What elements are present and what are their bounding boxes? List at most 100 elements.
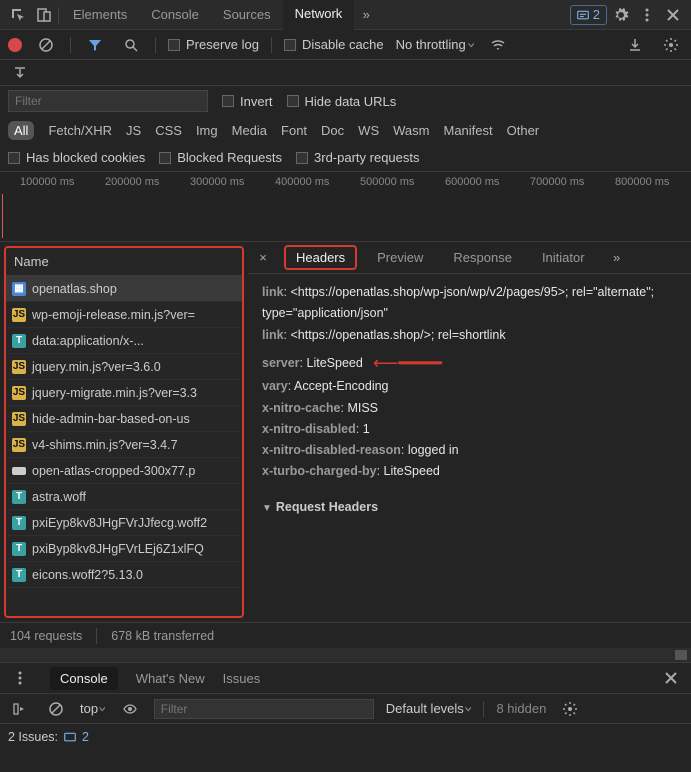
close-detail-icon[interactable]: × — [252, 250, 274, 265]
type-all[interactable]: All — [8, 121, 34, 140]
request-name: eicons.woff2?5.13.0 — [32, 568, 143, 582]
console-context-select[interactable]: top — [80, 701, 106, 717]
tab-initiator[interactable]: Initiator — [532, 247, 595, 268]
invert-checkbox[interactable]: Invert — [222, 94, 273, 109]
close-drawer-icon[interactable] — [659, 666, 683, 690]
type-js[interactable]: JS — [126, 123, 141, 138]
more-tabs-icon[interactable]: » — [354, 3, 378, 27]
device-toggle-icon[interactable] — [32, 3, 56, 27]
timeline-marker — [2, 194, 3, 238]
preserve-log-checkbox[interactable]: Preserve log — [168, 37, 259, 52]
kebab-menu-icon[interactable] — [635, 3, 659, 27]
drawer-tab-issues[interactable]: Issues — [223, 671, 261, 686]
console-settings-icon[interactable] — [558, 697, 582, 721]
type-ws[interactable]: WS — [358, 123, 379, 138]
network-settings-icon[interactable] — [659, 33, 683, 57]
request-name: astra.woff — [32, 490, 86, 504]
drawer-tab-whatsnew[interactable]: What's New — [136, 671, 205, 686]
import-har-icon[interactable] — [623, 33, 647, 57]
chevron-down-icon — [101, 701, 106, 717]
tab-sources[interactable]: Sources — [211, 0, 283, 30]
filter-icon[interactable] — [83, 33, 107, 57]
tab-elements[interactable]: Elements — [61, 0, 139, 30]
request-row[interactable]: JShide-admin-bar-based-on-us — [6, 406, 242, 432]
export-har-icon[interactable] — [8, 61, 32, 85]
request-name: v4-shims.min.js?ver=3.4.7 — [32, 438, 178, 452]
issues-count: 2 — [593, 7, 600, 22]
request-headers-section[interactable]: ▼Request Headers — [262, 497, 677, 518]
chevron-down-icon — [470, 37, 475, 53]
request-row[interactable]: open-atlas-cropped-300x77.p — [6, 458, 242, 484]
clear-console-icon[interactable] — [44, 697, 68, 721]
search-icon[interactable] — [119, 33, 143, 57]
tab-headers[interactable]: Headers — [284, 245, 357, 270]
timeline-tick: 600000 ms — [445, 176, 499, 188]
request-row[interactable]: TpxiEyp8kv8JHgFVrJJfecg.woff2 — [6, 510, 242, 536]
tab-preview[interactable]: Preview — [367, 247, 433, 268]
throttling-select[interactable]: No throttling — [396, 37, 475, 53]
horizontal-scrollbar[interactable] — [0, 648, 691, 662]
drawer-tab-console[interactable]: Console — [50, 667, 118, 690]
font-icon: T — [12, 490, 26, 504]
type-font[interactable]: Font — [281, 123, 307, 138]
hide-data-urls-checkbox[interactable]: Hide data URLs — [287, 94, 397, 109]
request-row[interactable]: Tdata:application/x-... — [6, 328, 242, 354]
issue-icon — [64, 731, 76, 743]
type-media[interactable]: Media — [232, 123, 267, 138]
network-conditions-icon[interactable] — [486, 33, 510, 57]
type-css[interactable]: CSS — [155, 123, 182, 138]
type-img[interactable]: Img — [196, 123, 218, 138]
tab-console[interactable]: Console — [139, 0, 211, 30]
blocked-cookies-checkbox[interactable]: Has blocked cookies — [8, 150, 145, 165]
tab-network[interactable]: Network — [283, 0, 355, 30]
request-row[interactable]: JSv4-shims.min.js?ver=3.4.7 — [6, 432, 242, 458]
settings-icon[interactable] — [609, 3, 633, 27]
timeline[interactable]: 100000 ms 200000 ms 300000 ms 400000 ms … — [0, 172, 691, 242]
request-row[interactable]: JSjquery-migrate.min.js?ver=3.3 — [6, 380, 242, 406]
request-row[interactable]: JSjquery.min.js?ver=3.6.0 — [6, 354, 242, 380]
close-devtools-icon[interactable] — [661, 3, 685, 27]
header-value: LiteSpeed — [384, 464, 440, 478]
request-row[interactable]: TpxiByp8kv8JHgFVrLEj6Z1xlFQ — [6, 536, 242, 562]
record-button[interactable] — [8, 38, 22, 52]
more-detail-tabs-icon[interactable]: » — [605, 246, 629, 270]
request-row[interactable]: JSwp-emoji-release.min.js?ver= — [6, 302, 242, 328]
log-levels-select[interactable]: Default levels — [386, 701, 472, 717]
issues-row[interactable]: 2 Issues: 2 — [0, 723, 691, 749]
scrollbar-thumb[interactable] — [675, 650, 687, 660]
clear-icon[interactable] — [34, 33, 58, 57]
devtools-top-toolbar: Elements Console Sources Network » 2 — [0, 0, 691, 30]
issues-badge[interactable]: 2 — [570, 5, 607, 25]
tab-response[interactable]: Response — [443, 247, 522, 268]
live-expression-icon[interactable] — [118, 697, 142, 721]
js-icon: JS — [12, 412, 26, 426]
timeline-tick: 700000 ms — [530, 176, 584, 188]
font-icon: T — [12, 542, 26, 556]
inspect-element-icon[interactable] — [6, 3, 30, 27]
timeline-tick: 100000 ms — [20, 176, 74, 188]
header-value: <https://openatlas.shop/wp-json/wp/v2/pa… — [262, 285, 654, 320]
font-icon: T — [12, 568, 26, 582]
type-other[interactable]: Other — [507, 123, 540, 138]
request-row[interactable]: ▦openatlas.shop — [6, 276, 242, 302]
timeline-tick: 500000 ms — [360, 176, 414, 188]
disable-cache-checkbox[interactable]: Disable cache — [284, 37, 384, 52]
request-name: openatlas.shop — [32, 282, 117, 296]
type-doc[interactable]: Doc — [321, 123, 344, 138]
status-requests: 104 requests — [10, 629, 82, 643]
drawer-menu-icon[interactable] — [8, 666, 32, 690]
console-sidebar-icon[interactable] — [8, 697, 32, 721]
console-filter-input[interactable] — [154, 699, 374, 719]
type-manifest[interactable]: Manifest — [443, 123, 492, 138]
blocked-requests-checkbox[interactable]: Blocked Requests — [159, 150, 282, 165]
filter-input[interactable] — [8, 90, 208, 112]
request-list-header[interactable]: Name — [6, 248, 242, 276]
type-wasm[interactable]: Wasm — [393, 123, 429, 138]
font-icon: T — [12, 516, 26, 530]
request-row[interactable]: Teicons.woff2?5.13.0 — [6, 562, 242, 588]
request-row[interactable]: Tastra.woff — [6, 484, 242, 510]
hidden-count: 8 hidden — [496, 701, 546, 716]
type-fetch[interactable]: Fetch/XHR — [48, 123, 112, 138]
header-value: 1 — [363, 422, 370, 436]
third-party-checkbox[interactable]: 3rd-party requests — [296, 150, 420, 165]
